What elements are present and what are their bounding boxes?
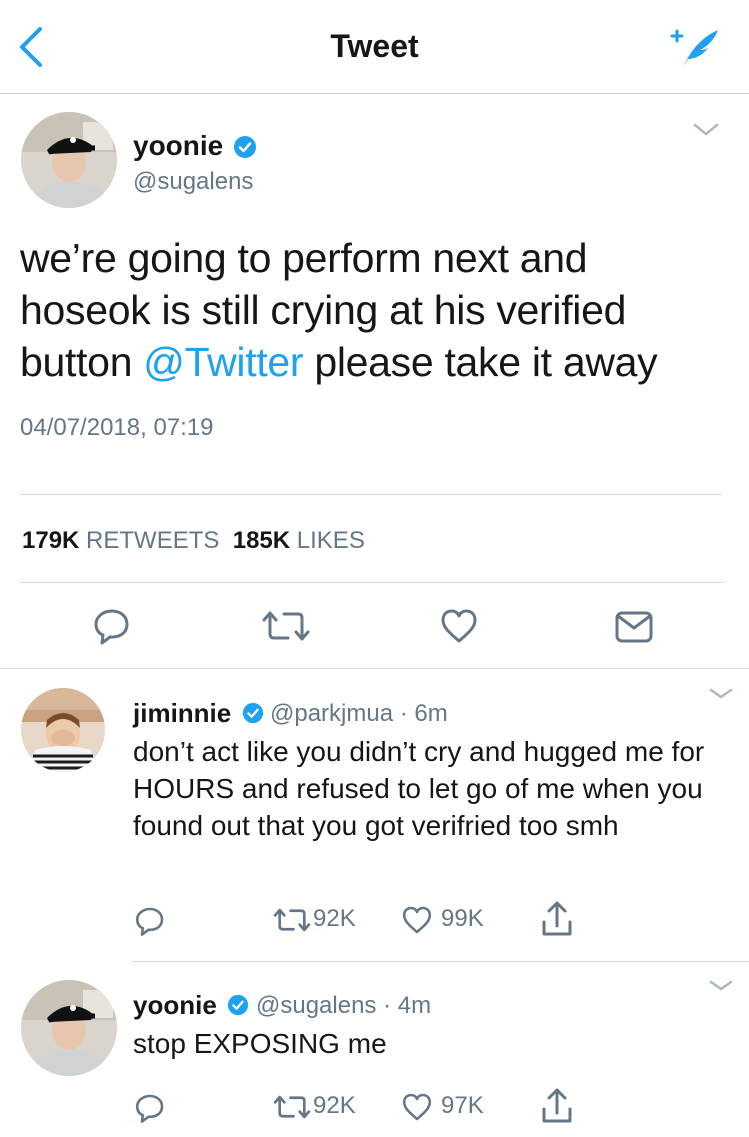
retweets-label[interactable]: RETWEETS <box>86 527 219 554</box>
avatar[interactable] <box>21 112 117 208</box>
verified-badge-icon <box>227 994 249 1016</box>
reply-handle-time[interactable]: @sugalens · 4m <box>256 992 431 1020</box>
mention-link[interactable]: @Twitter <box>143 339 303 385</box>
reply-icon[interactable] <box>92 606 132 646</box>
like-count: 99K <box>441 905 484 932</box>
chevron-down-icon[interactable] <box>692 120 720 140</box>
share-icon[interactable] <box>540 1087 574 1125</box>
like-count: 97K <box>441 1092 484 1119</box>
tweet-text-part: please take it away <box>303 339 658 385</box>
tweet-timestamp: 04/07/2018, 07:19 <box>20 414 214 441</box>
reply-text: don’t act like you didn’t cry and hugged… <box>133 736 705 841</box>
chevron-down-icon[interactable] <box>708 978 734 994</box>
avatar[interactable] <box>21 980 117 1076</box>
reply-author-name[interactable]: jiminnie <box>133 698 231 729</box>
retweet-icon[interactable] <box>272 1093 312 1121</box>
retweet-icon[interactable] <box>260 608 312 644</box>
share-icon[interactable] <box>540 900 574 938</box>
divider <box>20 582 725 583</box>
avatar[interactable] <box>21 688 105 772</box>
verified-badge-icon <box>242 702 264 724</box>
divider <box>0 668 749 669</box>
reply-icon[interactable] <box>134 905 166 937</box>
like-icon[interactable] <box>400 1091 434 1123</box>
verified-badge-icon <box>233 135 257 159</box>
like-icon[interactable] <box>400 904 434 936</box>
page-title: Tweet <box>330 28 419 64</box>
retweet-count: 92K <box>313 905 356 932</box>
chevron-down-icon[interactable] <box>708 686 734 702</box>
author-name[interactable]: yoonie <box>133 130 223 162</box>
compose-tweet-icon[interactable] <box>668 26 724 70</box>
tweet-stats: 179K RETWEETS 185K LIKES <box>22 527 365 555</box>
reply-author-name[interactable]: yoonie <box>133 990 217 1021</box>
direct-message-icon[interactable] <box>613 606 655 646</box>
reply-icon[interactable] <box>134 1092 166 1124</box>
tweet-text: we’re going to perform next and hoseok i… <box>20 232 720 388</box>
divider <box>132 961 749 962</box>
likes-count[interactable]: 185K <box>233 527 290 554</box>
likes-label[interactable]: LIKES <box>297 527 365 554</box>
divider <box>20 494 722 495</box>
author-handle[interactable]: @sugalens <box>133 168 253 196</box>
reply-handle-time[interactable]: @parkjmua · 6m <box>270 700 448 728</box>
retweet-icon[interactable] <box>272 906 312 934</box>
retweet-count: 92K <box>313 1092 356 1119</box>
reply-text: stop EXPOSING me <box>133 1028 387 1059</box>
retweets-count[interactable]: 179K <box>22 527 79 554</box>
like-icon[interactable] <box>439 606 479 646</box>
